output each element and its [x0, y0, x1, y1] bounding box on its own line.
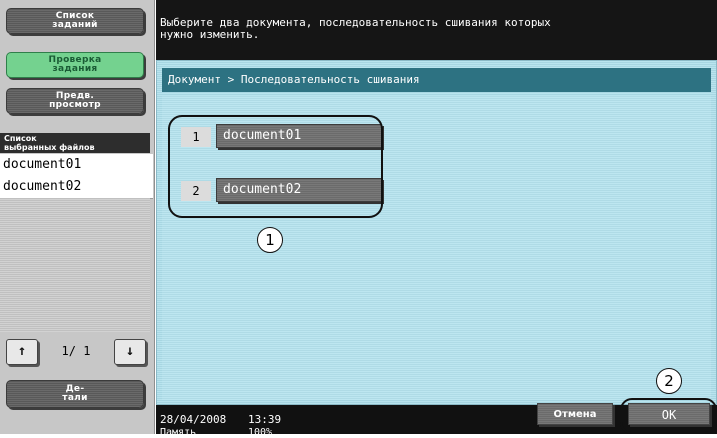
date-text: 28/04/2008 [160, 413, 227, 426]
check-job-button[interactable]: Проверка задания [6, 52, 144, 78]
memory-value: 100% [248, 427, 273, 438]
memory-label: Память [160, 427, 197, 438]
file-list-item[interactable]: document01 [0, 154, 153, 177]
arrow-down-icon: ↓ [125, 343, 135, 359]
ok-button[interactable]: OK [628, 403, 710, 425]
arrow-up-icon: ↑ [17, 343, 27, 359]
page-up-button[interactable]: ↑ [6, 339, 38, 365]
file-name: document01 [3, 157, 82, 172]
callout-frame [168, 115, 383, 218]
job-list-label: Список заданий [52, 11, 98, 30]
callout-marker-1: 1 [257, 227, 283, 253]
file-name: document02 [3, 179, 82, 194]
preview-button[interactable]: Предв. просмотр [6, 88, 144, 114]
selected-files-header: Список выбранных файлов [0, 133, 150, 153]
job-list-button[interactable]: Список заданий [6, 8, 144, 34]
cancel-button[interactable]: Отмена [537, 403, 613, 425]
time-text: 13:39 [248, 413, 282, 426]
preview-label: Предв. просмотр [49, 91, 101, 110]
details-label: Де- тали [62, 384, 88, 403]
breadcrumb: Документ > Последовательность сшивания [162, 68, 711, 92]
check-job-label: Проверка задания [48, 55, 102, 74]
details-button[interactable]: Де- тали [6, 380, 144, 408]
page-indicator: 1/ 1 [61, 344, 91, 358]
file-list-empty-area [0, 198, 150, 332]
page-down-button[interactable]: ↓ [114, 339, 146, 365]
file-list-item[interactable]: document02 [0, 176, 153, 199]
callout-marker-2: 2 [656, 368, 682, 394]
instruction-message: Выберите два документа, последовательнос… [160, 16, 551, 41]
